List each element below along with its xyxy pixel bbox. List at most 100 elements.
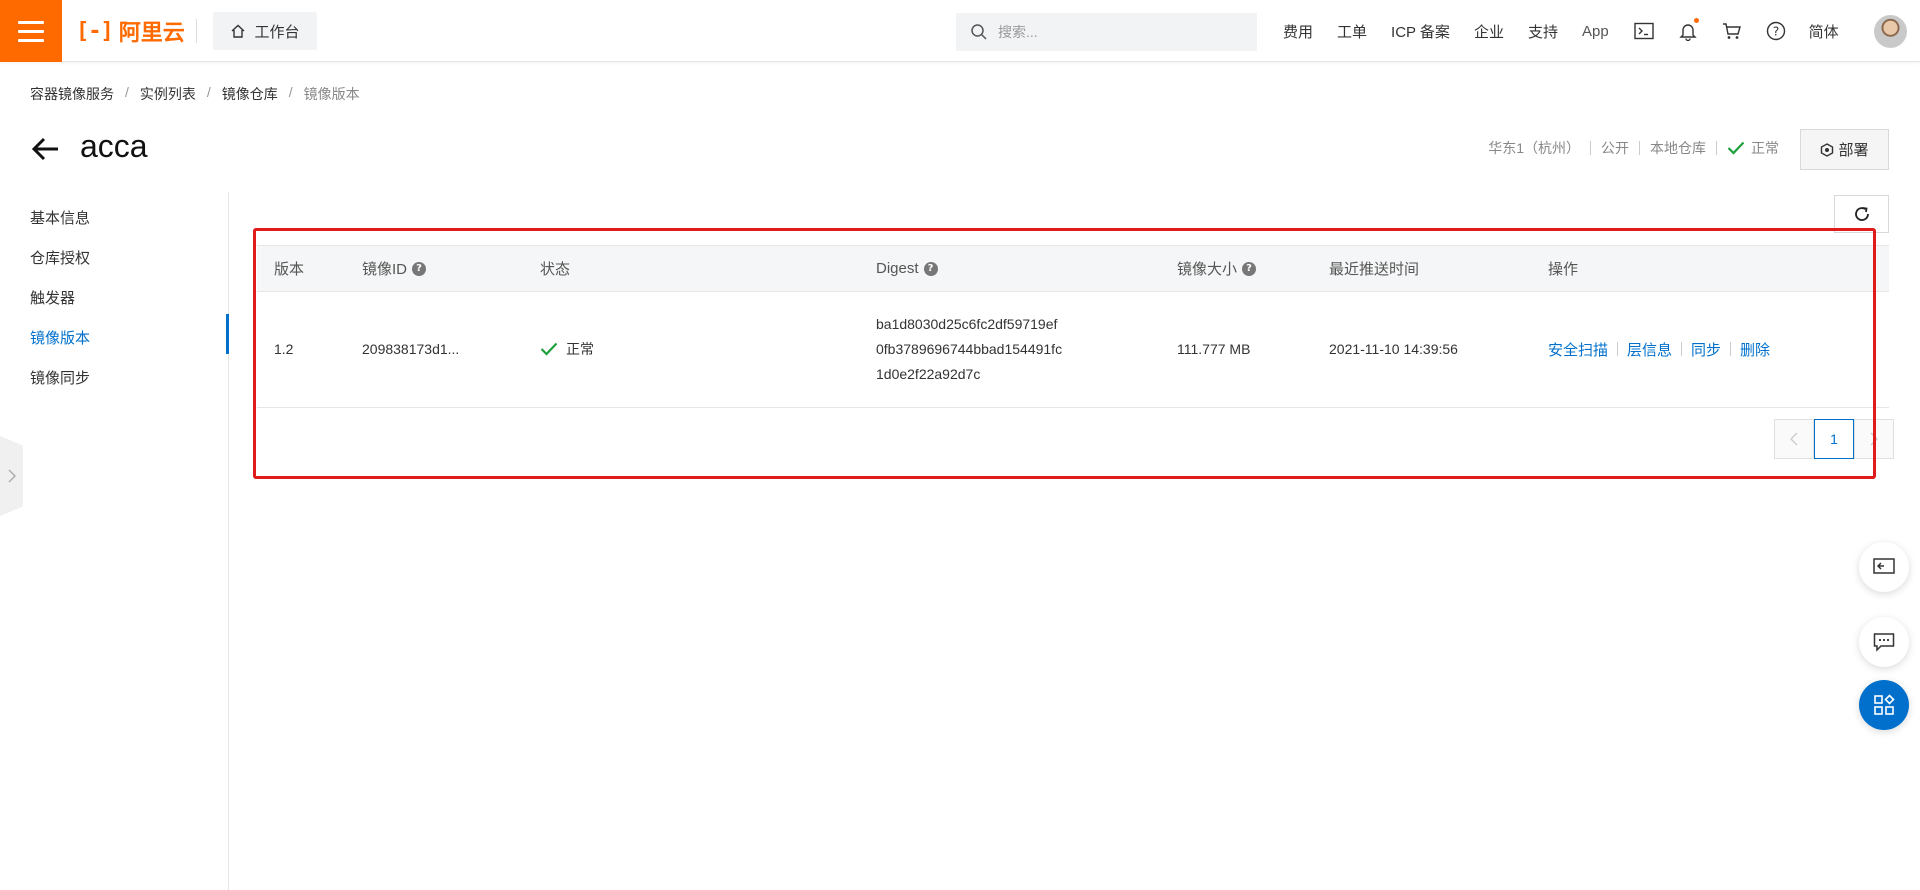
float-apps-button[interactable] <box>1859 680 1909 730</box>
nav-ticket[interactable]: 工单 <box>1337 21 1367 42</box>
notification-dot <box>1693 18 1699 23</box>
nav-enterprise[interactable]: 企业 <box>1474 21 1504 42</box>
cell-image-id: 209838173d1... <box>362 341 460 357</box>
workbench-button[interactable]: 工作台 <box>213 12 317 50</box>
help-icon[interactable]: ? <box>1765 20 1787 42</box>
breadcrumb-separator: / <box>288 84 293 100</box>
breadcrumb-image-repo[interactable]: 镜像仓库 <box>222 84 278 104</box>
active-indicator <box>226 314 229 354</box>
chevron-right-icon <box>8 469 16 483</box>
region-label: 华东1（杭州） <box>1488 140 1580 156</box>
deploy-icon <box>1821 142 1834 157</box>
col-image-id-label: 镜像ID <box>362 261 408 278</box>
chevron-left-icon <box>1790 432 1798 446</box>
apps-grid-icon <box>1874 694 1895 715</box>
repo-meta: 华东1（杭州） 公开 本地仓库 正常 <box>1488 138 1779 158</box>
digest-line: 1d0e2f22a92d7c <box>876 365 981 382</box>
terminal-icon[interactable] <box>1633 20 1655 42</box>
col-pushed: 最近推送时间 <box>1329 246 1419 291</box>
sidebar-item-repo-auth[interactable]: 仓库授权 <box>30 247 90 268</box>
meta-divider <box>1716 141 1717 155</box>
user-avatar[interactable] <box>1874 15 1907 48</box>
sidebar-expand-tab[interactable] <box>0 436 23 516</box>
image-version-table: 版本 镜像ID? 状态 Digest? 镜像大小? 最近推送时间 操作 1.2 … <box>257 245 1889 408</box>
action-security-scan[interactable]: 安全扫描 <box>1548 339 1608 360</box>
home-icon <box>232 24 245 38</box>
sidebar-item-image-sync[interactable]: 镜像同步 <box>30 367 90 388</box>
refresh-icon <box>1854 207 1869 221</box>
cell-size: 111.777 MB <box>1177 341 1251 357</box>
sidebar-item-triggers[interactable]: 触发器 <box>30 287 75 308</box>
nav-billing[interactable]: 费用 <box>1283 21 1313 42</box>
top-nav-links: 费用 工单 ICP 备案 企业 支持 App ? 简体 <box>1283 0 1863 62</box>
page-title: acca <box>80 128 148 164</box>
nav-icp[interactable]: ICP 备案 <box>1391 21 1450 42</box>
table-header: 版本 镜像ID? 状态 Digest? 镜像大小? 最近推送时间 操作 <box>257 245 1889 292</box>
col-actions: 操作 <box>1548 246 1578 291</box>
pagination: 1 <box>1774 419 1894 459</box>
col-digest-label: Digest <box>876 260 919 277</box>
breadcrumb-registry-service[interactable]: 容器镜像服务 <box>30 84 114 104</box>
chevron-right-icon <box>1870 432 1878 446</box>
action-divider <box>1730 342 1732 356</box>
visibility-label: 公开 <box>1601 140 1629 156</box>
col-image-id: 镜像ID? <box>362 246 427 291</box>
breadcrumb-image-version: 镜像版本 <box>303 86 360 102</box>
breadcrumb-instance-list[interactable]: 实例列表 <box>140 84 196 104</box>
help-icon[interactable]: ? <box>412 261 427 276</box>
sidebar-item-image-version[interactable]: 镜像版本 <box>30 327 90 348</box>
cell-version: 1.2 <box>274 341 294 357</box>
breadcrumb: 容器镜像服务 / 实例列表 / 镜像仓库 / 镜像版本 <box>30 84 360 104</box>
repo-type-label: 本地仓库 <box>1650 140 1706 156</box>
action-sync[interactable]: 同步 <box>1691 339 1721 360</box>
col-pushed-label: 最近推送时间 <box>1329 261 1420 278</box>
check-icon <box>1727 141 1745 155</box>
page-number[interactable]: 1 <box>1814 419 1854 459</box>
col-version: 版本 <box>274 246 304 291</box>
workbench-label: 工作台 <box>254 23 300 41</box>
col-status: 状态 <box>540 246 570 291</box>
aliyun-logo[interactable]: [-] 阿里云 <box>76 16 185 46</box>
cart-icon[interactable] <box>1721 20 1743 42</box>
check-icon <box>540 342 558 356</box>
top-navbar: [-] 阿里云 工作台 费用 工单 ICP 备案 企业 支持 App ? 简体 <box>0 0 1920 62</box>
col-digest: Digest? <box>876 246 938 291</box>
logo-text: 阿里云 <box>118 20 185 45</box>
back-arrow-icon[interactable] <box>30 134 62 164</box>
cell-digest: ba1d8030d25c6fc2df59719ef 0fb3789696744b… <box>876 292 1062 406</box>
float-chat-button[interactable] <box>1859 617 1909 667</box>
nav-app[interactable]: App <box>1582 23 1609 40</box>
prev-page-button[interactable] <box>1774 419 1814 459</box>
col-status-label: 状态 <box>540 261 571 278</box>
search-box[interactable] <box>956 13 1257 51</box>
deploy-button[interactable]: 部署 <box>1800 129 1889 170</box>
language-switch[interactable]: 简体 <box>1809 21 1839 42</box>
float-collapse-button[interactable] <box>1859 542 1909 592</box>
hamburger-menu-button[interactable] <box>0 0 62 62</box>
action-delete[interactable]: 删除 <box>1740 339 1770 360</box>
divider <box>196 19 197 43</box>
sidebar-item-basic-info[interactable]: 基本信息 <box>30 207 90 228</box>
meta-divider <box>1590 141 1591 155</box>
search-input[interactable] <box>998 24 1238 40</box>
refresh-button[interactable] <box>1834 195 1889 233</box>
help-icon[interactable]: ? <box>1242 261 1257 276</box>
col-size-label: 镜像大小 <box>1177 261 1238 278</box>
next-page-button[interactable] <box>1854 419 1894 459</box>
col-version-label: 版本 <box>274 261 305 278</box>
logo-mark: [-] <box>76 18 114 44</box>
repo-status-text: 正常 <box>1751 140 1779 156</box>
action-divider <box>1681 342 1683 356</box>
nav-support[interactable]: 支持 <box>1528 21 1558 42</box>
cell-status-text: 正常 <box>566 341 594 357</box>
bell-icon[interactable] <box>1677 18 1699 42</box>
action-layer-info[interactable]: 层信息 <box>1627 339 1672 360</box>
deploy-label: 部署 <box>1838 142 1869 159</box>
chat-icon <box>1873 633 1895 652</box>
col-size: 镜像大小? <box>1177 246 1257 291</box>
help-icon[interactable]: ? <box>923 261 938 276</box>
digest-line: ba1d8030d25c6fc2df59719ef <box>876 315 1058 332</box>
search-icon <box>971 24 987 40</box>
svg-text:?: ? <box>1772 25 1778 39</box>
action-divider <box>1617 342 1619 356</box>
